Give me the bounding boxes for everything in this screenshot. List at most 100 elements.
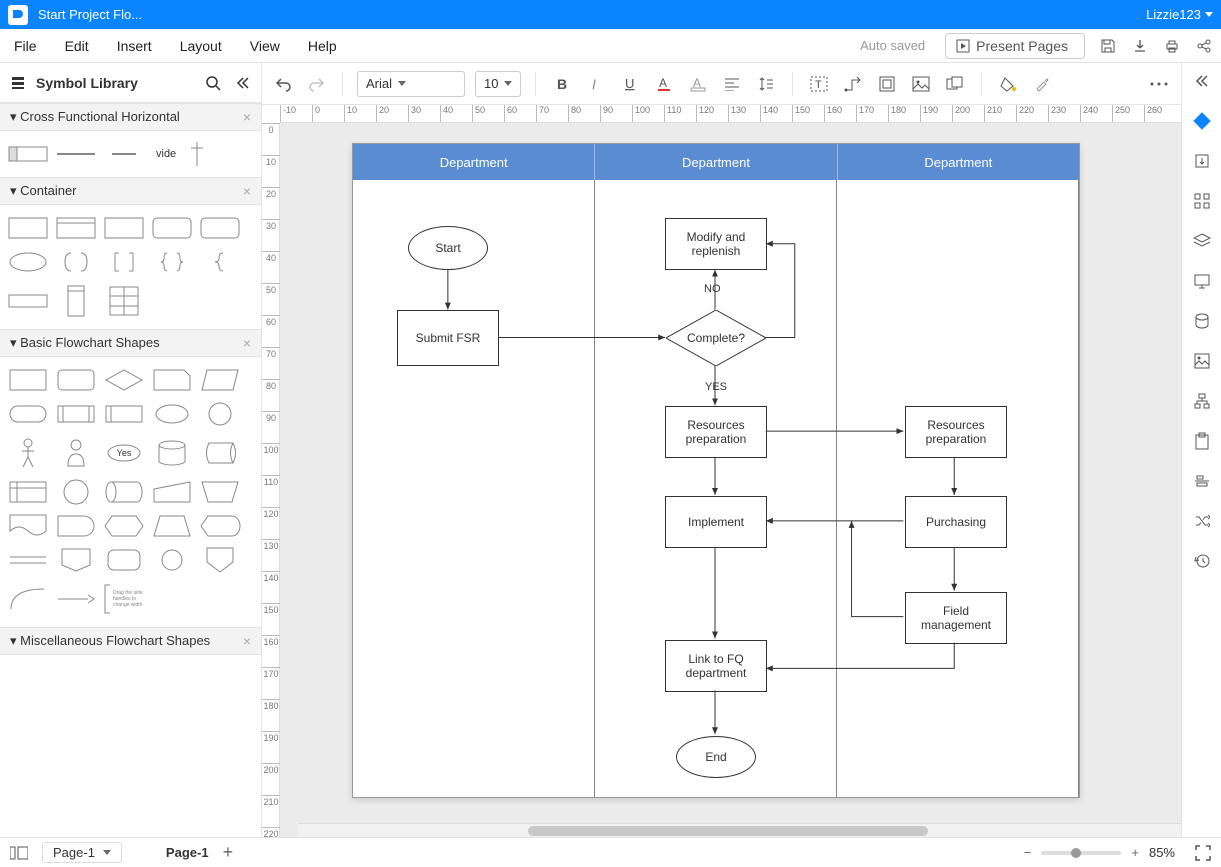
shape-predefined-2[interactable]: [102, 399, 146, 429]
sitemap-icon[interactable]: [1190, 389, 1214, 413]
shape-round-rect[interactable]: [150, 213, 194, 243]
shape-connector-circle[interactable]: [150, 545, 194, 575]
connector-icon[interactable]: [841, 72, 865, 96]
search-icon[interactable]: [205, 75, 221, 91]
shape-tall-rect[interactable]: [54, 281, 98, 321]
history-icon[interactable]: [1190, 549, 1214, 573]
shape-vide[interactable]: vide: [150, 139, 210, 169]
shape-rect-2[interactable]: [102, 213, 146, 243]
grid-icon[interactable]: [1190, 189, 1214, 213]
align-text-icon[interactable]: [720, 72, 744, 96]
shape-rect-head[interactable]: [54, 213, 98, 243]
shape-lines[interactable]: [6, 545, 50, 575]
close-icon[interactable]: ×: [243, 335, 251, 351]
node-start[interactable]: Start: [408, 226, 488, 270]
menu-help[interactable]: Help: [308, 38, 337, 54]
menu-edit[interactable]: Edit: [65, 38, 89, 54]
node-modify[interactable]: Modify and replenish: [665, 218, 767, 270]
fullscreen-icon[interactable]: [1195, 845, 1211, 861]
shape-narrow-rect[interactable]: [6, 281, 50, 321]
zoom-level[interactable]: 85%: [1149, 845, 1175, 860]
shape-arrow-line[interactable]: [54, 579, 98, 619]
collapse-panel-icon[interactable]: [235, 75, 251, 91]
align-panel-icon[interactable]: [1190, 469, 1214, 493]
node-end[interactable]: End: [676, 736, 756, 778]
clipboard-icon[interactable]: [1190, 429, 1214, 453]
italic-icon[interactable]: I: [584, 72, 608, 96]
shape-card[interactable]: [150, 365, 194, 395]
user-menu[interactable]: Lizzie123: [1146, 7, 1213, 22]
lane-header-3[interactable]: Department: [838, 144, 1079, 180]
canvas[interactable]: Department Department Department Start S…: [280, 123, 1181, 837]
section-basic-flowchart[interactable]: ▾ Basic Flowchart Shapes ×: [0, 329, 261, 357]
node-complete[interactable]: Complete?: [666, 310, 766, 366]
shape-arc[interactable]: [6, 579, 50, 619]
underline-icon[interactable]: U: [618, 72, 642, 96]
shape-grid[interactable]: [102, 281, 146, 321]
shape-ellipse-2[interactable]: [150, 399, 194, 429]
shape-manual-op[interactable]: [198, 477, 242, 507]
shape-offpage[interactable]: [54, 545, 98, 575]
shape-line-long[interactable]: [54, 139, 98, 169]
data-icon[interactable]: [1190, 309, 1214, 333]
node-submit-fsr[interactable]: Submit FSR: [397, 310, 499, 366]
more-icon[interactable]: [1147, 72, 1171, 96]
page[interactable]: Department Department Department Start S…: [352, 143, 1080, 798]
node-resources-1[interactable]: Resources preparation: [665, 406, 767, 458]
shape-cylinder-h[interactable]: [102, 477, 146, 507]
shape-round-rect-3[interactable]: [102, 545, 146, 575]
shuffle-icon[interactable]: [1190, 509, 1214, 533]
shape-decision[interactable]: [102, 365, 146, 395]
present-pages-button[interactable]: Present Pages: [945, 33, 1085, 59]
text-box-icon[interactable]: T: [807, 72, 831, 96]
shape-ellipse[interactable]: [6, 247, 50, 277]
shape-rect-1[interactable]: [6, 213, 50, 243]
line-spacing-icon[interactable]: [754, 72, 778, 96]
zoom-in-icon[interactable]: +: [1131, 845, 1139, 860]
collapse-right-icon[interactable]: [1190, 69, 1214, 93]
close-icon[interactable]: ×: [243, 183, 251, 199]
eyedropper-icon[interactable]: [1030, 72, 1054, 96]
node-purchasing[interactable]: Purchasing: [905, 496, 1007, 548]
section-cross-functional[interactable]: ▾ Cross Functional Horizontal ×: [0, 103, 261, 131]
horizontal-scrollbar[interactable]: [298, 823, 1181, 837]
font-size-select[interactable]: 10: [475, 71, 521, 97]
shape-annotation[interactable]: Drag the sidehandles tochange width: [102, 579, 146, 619]
shape-brackets-2[interactable]: [102, 247, 146, 277]
shape-round-process[interactable]: [54, 365, 98, 395]
layers-icon[interactable]: [1190, 229, 1214, 253]
menu-insert[interactable]: Insert: [117, 38, 152, 54]
node-field-mgmt[interactable]: Field management: [905, 592, 1007, 644]
outline-icon[interactable]: [10, 846, 28, 860]
zoom-out-icon[interactable]: −: [1024, 845, 1032, 860]
shape-swimlane-h[interactable]: [6, 139, 50, 169]
redo-icon[interactable]: [304, 72, 328, 96]
shape-predefined[interactable]: [54, 399, 98, 429]
font-color-icon[interactable]: A: [652, 72, 676, 96]
page-select[interactable]: Page-1: [42, 842, 122, 863]
shape-parallelogram[interactable]: [198, 365, 242, 395]
shape-brackets-1[interactable]: [54, 247, 98, 277]
theme-icon[interactable]: [1190, 109, 1214, 133]
lane-header-2[interactable]: Department: [595, 144, 837, 180]
menu-layout[interactable]: Layout: [180, 38, 222, 54]
menu-view[interactable]: View: [250, 38, 280, 54]
shape-circle-2[interactable]: [54, 477, 98, 507]
shape-actor[interactable]: [6, 433, 50, 473]
font-family-select[interactable]: Arial: [357, 71, 465, 97]
node-link-fq[interactable]: Link to FQ department: [665, 640, 767, 692]
shape-database[interactable]: [150, 433, 194, 473]
undo-icon[interactable]: [272, 72, 296, 96]
add-page-icon[interactable]: +: [223, 842, 234, 863]
section-container[interactable]: ▾ Container ×: [0, 177, 261, 205]
picture-icon[interactable]: [1190, 349, 1214, 373]
bold-icon[interactable]: B: [550, 72, 574, 96]
present-icon[interactable]: [1190, 269, 1214, 293]
shape-circle[interactable]: [198, 399, 242, 429]
shape-delay[interactable]: [54, 511, 98, 541]
download-icon[interactable]: [1131, 37, 1149, 55]
arrange-icon[interactable]: [943, 72, 967, 96]
node-resources-2[interactable]: Resources preparation: [905, 406, 1007, 458]
shape-preparation[interactable]: [102, 511, 146, 541]
close-icon[interactable]: ×: [243, 109, 251, 125]
